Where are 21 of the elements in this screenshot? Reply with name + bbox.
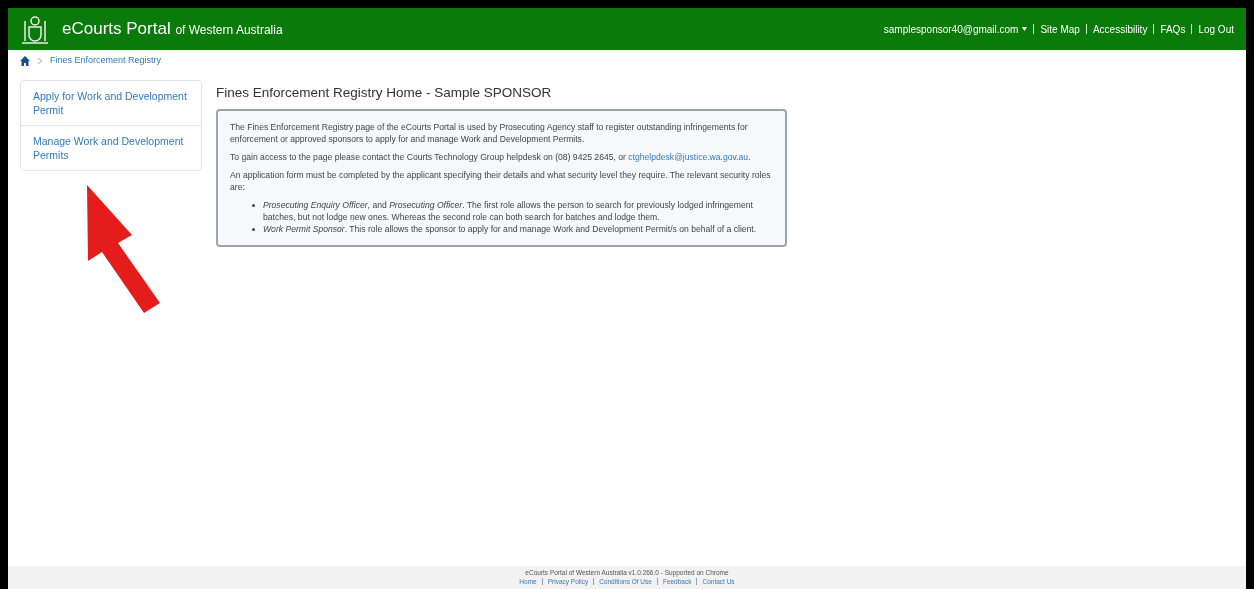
crest-logo-icon — [20, 13, 50, 45]
breadcrumb-link[interactable]: Fines Enforcement Registry — [50, 54, 162, 68]
role-text: Prosecuting Enquiry Officer, and Prosecuting Officer. The first role allows the person to search for previously lodged infringement batches, but not lodge new ones. Whereas the second role can both search for batches and lodge them. — [263, 199, 754, 224]
contact-text: To gain access to the page please contact the Courts Technology Group helpdesk on (08) 9425 2645, or ctghelpdesk@justice.wa.gov.au. — [230, 151, 752, 164]
roles-intro-text: An application form must be completed by the applicant specifying their details and what security level they require. The relevant security roles are: — [230, 169, 772, 194]
header-link[interactable]: Site Map — [1040, 21, 1080, 37]
sidebar-item[interactable]: Manage Work and Development Permits — [21, 126, 201, 170]
caret-icon — [1022, 27, 1028, 31]
bullet-icon — [252, 228, 255, 232]
page-title: Fines Enforcement Registry Home - Sample SPONSOR — [216, 84, 553, 102]
header-link[interactable]: FAQs — [1160, 21, 1186, 37]
role-text: Work Permit Sponsor. This role allows the sponsor to apply for and manage Work and Development Permit/s on behalf of a client. — [263, 223, 757, 236]
portal-title: eCourts Portal of Western Australia — [62, 18, 283, 41]
home-icon[interactable] — [20, 56, 30, 66]
header-link[interactable]: Log Out — [1198, 21, 1234, 37]
header-link[interactable]: Accessibility — [1092, 21, 1148, 37]
info-text: The Fines Enforcement Registry page of the eCourts Portal is used by Prosecuting Agency staff to register outstanding infringements for enforcement or approved sponsors to apply for and manage Work and Development Permits. — [230, 121, 749, 146]
chevron-icon — [38, 58, 42, 64]
user-menu[interactable]: samplesponsor40@gmail.com — [883, 21, 1028, 37]
sidebar-item[interactable]: Apply for Work and Development Permit — [21, 81, 201, 126]
bullet-icon — [252, 204, 255, 208]
